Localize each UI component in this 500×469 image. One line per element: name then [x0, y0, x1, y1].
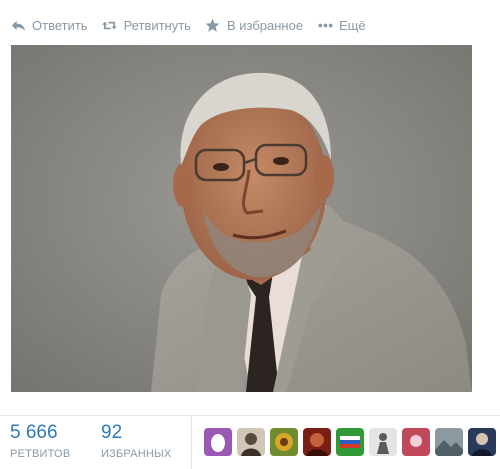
retweeter-avatars	[204, 428, 500, 456]
tweet-card: Ответить Ретвитнуть В избранное Ещё 5 66…	[0, 0, 500, 469]
star-icon	[205, 17, 221, 33]
favorites-stat[interactable]: 92 ИЗБРАННЫХ	[101, 422, 171, 460]
retweet-button[interactable]: Ретвитнуть	[102, 17, 191, 33]
tweet-stats: 5 666 РЕТВИТОВ 92 ИЗБРАННЫХ	[0, 415, 500, 469]
landscape-icon	[435, 428, 463, 456]
tweet-photo[interactable]	[11, 45, 472, 392]
more-label: Ещё	[339, 17, 366, 33]
retweet-icon	[102, 17, 118, 33]
avatar[interactable]	[336, 428, 364, 456]
reply-icon	[10, 17, 26, 33]
more-button[interactable]: Ещё	[317, 17, 366, 33]
sunflower-icon	[270, 428, 298, 456]
retweet-label: Ретвитнуть	[123, 17, 191, 33]
favorite-label: В избранное	[226, 17, 304, 33]
portrait-image	[11, 45, 472, 392]
avatar[interactable]	[468, 428, 496, 456]
figure-icon	[369, 428, 397, 456]
favorites-count: 92	[101, 422, 123, 443]
more-dots-icon	[317, 17, 333, 33]
pink-icon	[402, 428, 430, 456]
retweets-count: 5 666	[10, 422, 58, 443]
retweets-label: РЕТВИТОВ	[10, 448, 71, 460]
reply-button[interactable]: Ответить	[10, 17, 88, 33]
favorite-button[interactable]: В избранное	[205, 17, 303, 33]
avatar[interactable]	[435, 428, 463, 456]
avatar[interactable]	[237, 428, 265, 456]
flag-icon	[336, 428, 364, 456]
avatar[interactable]	[369, 428, 397, 456]
red-portrait-icon	[303, 428, 331, 456]
avatar[interactable]	[402, 428, 430, 456]
retweets-stat[interactable]: 5 666 РЕТВИТОВ	[10, 422, 70, 460]
favorites-label: ИЗБРАННЫХ	[101, 448, 172, 460]
reply-label: Ответить	[32, 17, 88, 33]
egg-icon	[204, 428, 232, 456]
avatar[interactable]	[303, 428, 331, 456]
portrait-icon	[237, 428, 265, 456]
stats-divider	[191, 416, 192, 469]
dark-portrait-icon	[468, 428, 496, 456]
tweet-actions: Ответить Ретвитнуть В избранное Ещё	[10, 15, 380, 35]
avatar[interactable]	[270, 428, 298, 456]
avatar[interactable]	[204, 428, 232, 456]
